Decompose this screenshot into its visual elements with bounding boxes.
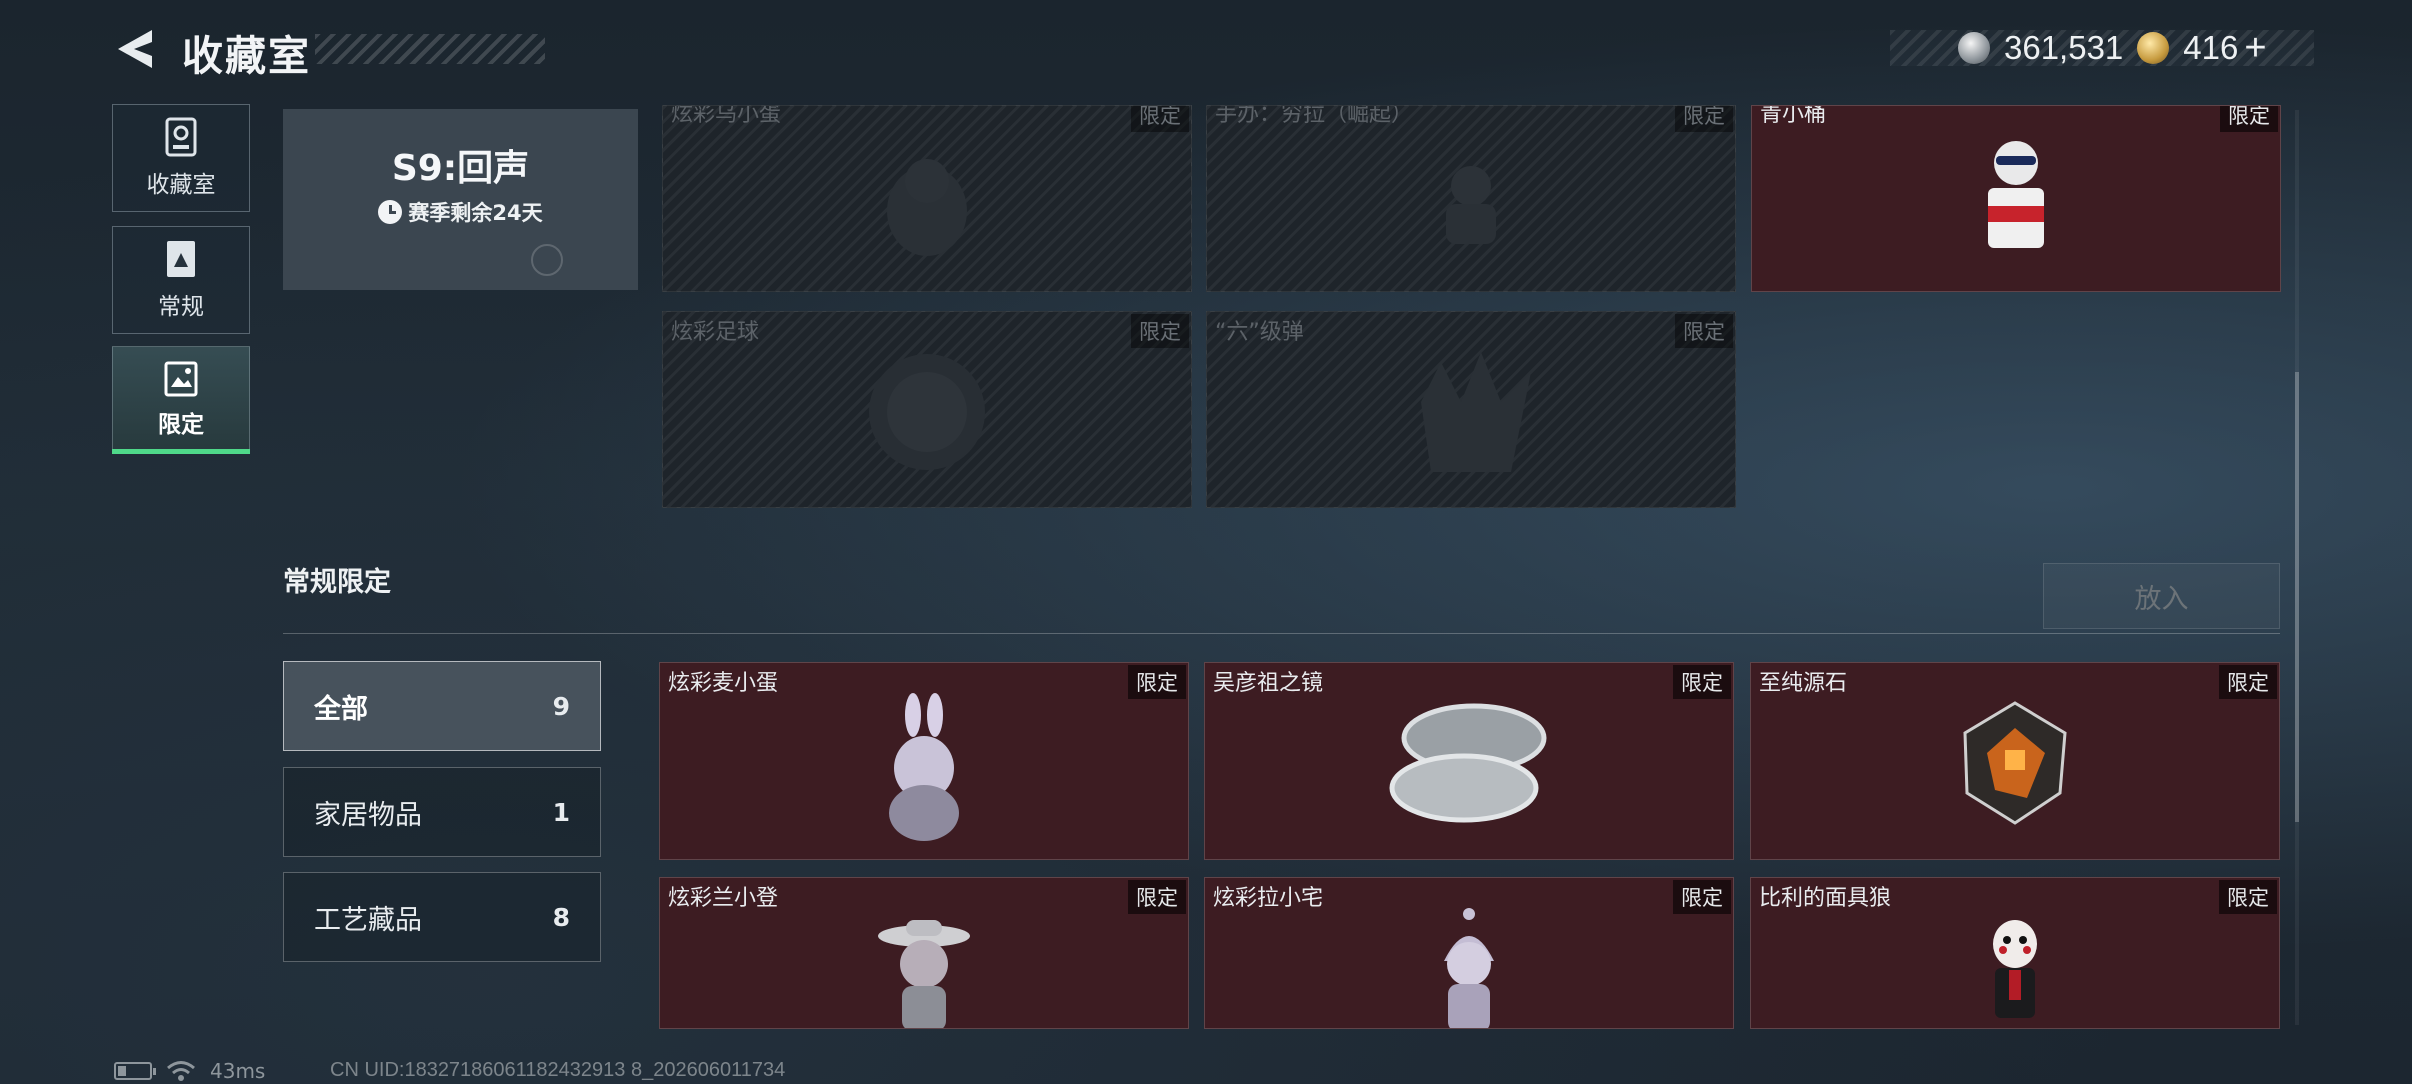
limited-tag: 限定 <box>2220 106 2278 132</box>
image-frame-icon <box>164 361 198 397</box>
limited-tag: 限定 <box>1675 314 1733 348</box>
item-name: 炫彩兰小登 <box>668 886 779 911</box>
silver-balance: 361,531 <box>2004 29 2124 66</box>
limited-tag: 限定 <box>1131 314 1189 348</box>
football-silhouette <box>869 354 985 470</box>
scrollbar-thumb[interactable] <box>2295 372 2299 822</box>
item-card[interactable]: 炫彩兰小登 限定 <box>659 877 1189 1029</box>
item-card[interactable]: 炫彩乌小蛋 限定 <box>662 105 1192 292</box>
item-name: 至纯源石 <box>1759 671 1848 696</box>
season-remaining: 赛季剩余24天 <box>283 197 638 227</box>
back-arrow-icon <box>118 30 152 68</box>
item-card[interactable]: 至纯源石 限定 <box>1750 662 2280 860</box>
figurine-silhouette <box>887 159 967 256</box>
bunny-egg-figure <box>889 693 959 841</box>
filter-count: 8 <box>552 902 570 932</box>
add-currency-button[interactable]: + <box>2244 27 2266 70</box>
filter-crafts[interactable]: 工艺藏品 8 <box>283 872 601 962</box>
nav-active-indicator <box>112 449 250 454</box>
sombrero-figure <box>878 920 970 1028</box>
battery-icon <box>114 1062 156 1080</box>
section-divider <box>283 633 2280 634</box>
limited-tag: 限定 <box>1128 665 1186 699</box>
filter-label: 全部 <box>314 693 368 725</box>
nav-item-label: 常规 <box>158 294 204 320</box>
filter-label: 家居物品 <box>314 799 422 831</box>
season-ring-decoration <box>531 244 563 276</box>
section-title: 常规限定 <box>283 567 391 598</box>
ping-value: 43ms <box>210 1059 266 1083</box>
page-title: 收藏室 <box>182 32 311 80</box>
card-icon <box>167 241 195 277</box>
gold-balance: 416 <box>2183 29 2239 66</box>
item-card[interactable]: 青小桶 限定 <box>1751 105 2281 292</box>
item-name: 炫彩乌小蛋 <box>671 105 782 127</box>
origin-stone-icon <box>1963 701 2067 825</box>
status-bar: 43ms <box>114 1059 265 1083</box>
nav-item-label: 限定 <box>158 412 204 438</box>
filter-household[interactable]: 家居物品 1 <box>283 767 601 857</box>
item-name: 手办：穷拉（崛起） <box>1215 105 1414 127</box>
limited-tag: 限定 <box>1673 665 1731 699</box>
cabinet-icon <box>165 117 197 157</box>
item-card[interactable]: 炫彩麦小蛋 限定 <box>659 662 1189 860</box>
item-name: “六”级弹 <box>1215 320 1304 345</box>
limited-tag: 限定 <box>1128 880 1186 914</box>
filter-all[interactable]: 全部 9 <box>283 661 601 751</box>
item-card[interactable]: 吴彦祖之镜 限定 <box>1204 662 1734 860</box>
limited-tag: 限定 <box>1131 106 1189 132</box>
bucket-figure-icon <box>1988 141 2044 248</box>
season-card[interactable]: S9:回声 赛季剩余24天 <box>283 109 638 290</box>
title-decoration <box>315 34 545 64</box>
item-card[interactable]: 比利的面具狼 限定 <box>1750 877 2280 1029</box>
currency-bar: 361,531 416 + <box>1890 27 2314 69</box>
filter-label: 工艺藏品 <box>314 904 422 936</box>
puppet-mask-figure <box>1993 920 2037 1018</box>
place-button[interactable]: 放入 <box>2043 563 2280 629</box>
nav-item-regular[interactable]: 常规 <box>112 226 250 334</box>
season-title: S9:回声 <box>391 148 530 189</box>
clock-icon <box>378 200 403 224</box>
gold-coin-icon <box>2137 32 2170 64</box>
item-name: 吴彦祖之镜 <box>1213 671 1324 696</box>
nav-item-limited[interactable]: 限定 <box>112 346 250 454</box>
item-name: 青小桶 <box>1760 105 1827 127</box>
item-name: 炫彩麦小蛋 <box>668 671 779 696</box>
item-name: 炫彩足球 <box>671 320 760 345</box>
item-name: 比利的面具狼 <box>1759 886 1892 911</box>
wifi-icon <box>167 1061 195 1081</box>
item-card[interactable]: 炫彩拉小宅 限定 <box>1204 877 1734 1029</box>
item-card[interactable]: “六”级弹 限定 <box>1206 311 1736 508</box>
hand-silhouette <box>1421 352 1531 472</box>
item-card[interactable]: 炫彩足球 限定 <box>662 311 1192 508</box>
uid-label: CN UID:18327186061182432913 8_2026060117… <box>330 1059 786 1081</box>
hooded-figure <box>1444 908 1494 1028</box>
filter-count: 9 <box>552 691 570 721</box>
nav-item-label: 收藏室 <box>146 172 216 198</box>
silver-coin-icon <box>1958 32 1990 64</box>
figurine-silhouette <box>1446 166 1496 244</box>
compact-mirror-icon <box>1389 703 1547 823</box>
limited-tag: 限定 <box>1673 880 1731 914</box>
item-card[interactable]: 手办：穷拉（崛起） 限定 <box>1206 105 1736 292</box>
limited-tag: 限定 <box>1675 106 1733 132</box>
nav-item-collection[interactable]: 收藏室 <box>112 104 250 212</box>
item-name: 炫彩拉小宅 <box>1213 886 1324 911</box>
filter-count: 1 <box>552 797 570 827</box>
season-remaining-text: 赛季剩余24天 <box>408 201 543 225</box>
limited-tag: 限定 <box>2219 880 2277 914</box>
limited-tag: 限定 <box>2219 665 2277 699</box>
back-button[interactable] <box>112 26 160 72</box>
